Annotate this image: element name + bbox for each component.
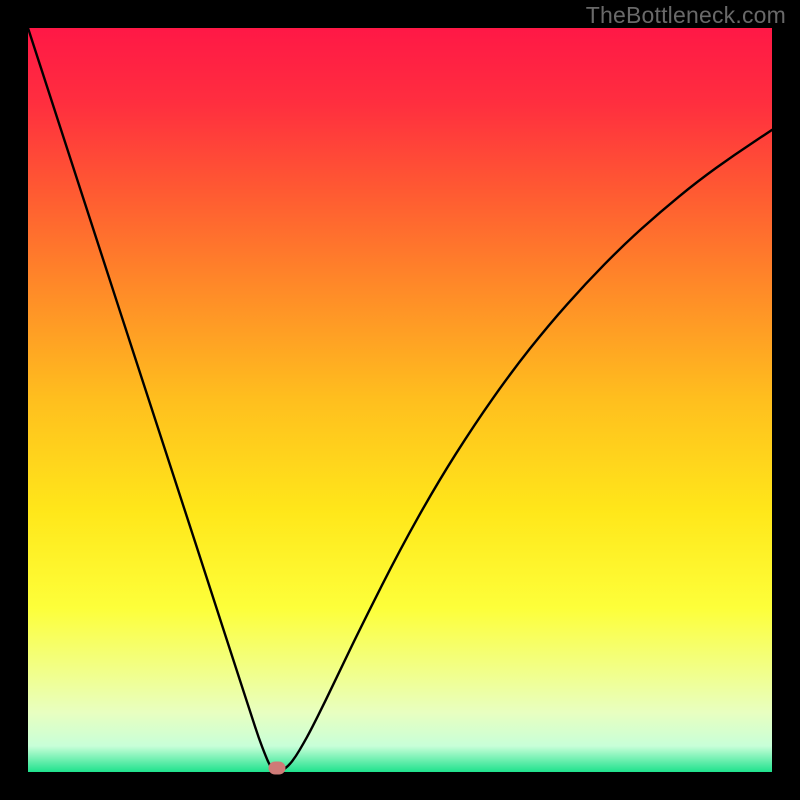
plot-area xyxy=(28,28,772,772)
gradient-background xyxy=(28,28,772,772)
chart-svg xyxy=(28,28,772,772)
watermark-text: TheBottleneck.com xyxy=(586,2,786,29)
optimal-point-marker xyxy=(269,762,286,775)
chart-frame: TheBottleneck.com xyxy=(0,0,800,800)
